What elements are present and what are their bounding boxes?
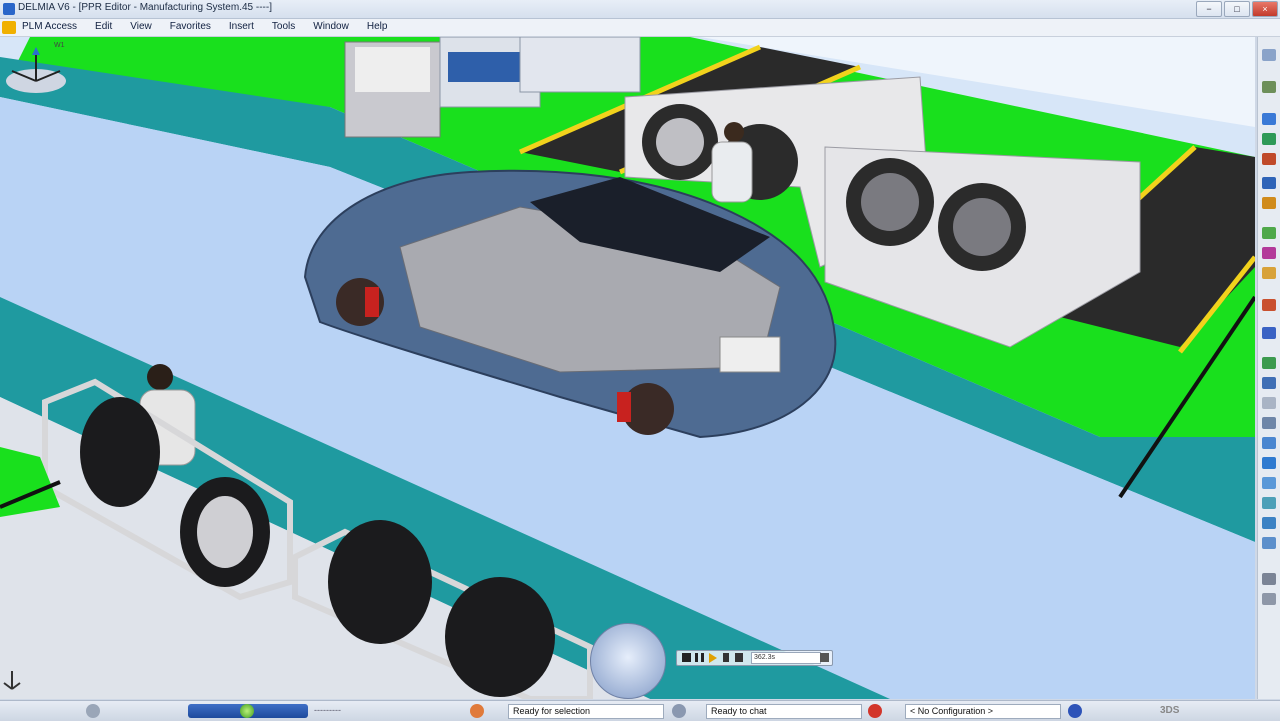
menu-tools[interactable]: Tools bbox=[272, 21, 305, 32]
axis-indicator-icon bbox=[3, 671, 21, 690]
toolbar-tool-icon[interactable] bbox=[1262, 437, 1276, 449]
toolbar-tool-icon[interactable] bbox=[1262, 327, 1276, 339]
menu-plm-access[interactable]: PLM Access bbox=[22, 21, 87, 32]
toolbar-tool-icon[interactable] bbox=[1262, 417, 1276, 429]
status-selection-field: Ready for selection bbox=[508, 704, 664, 719]
simulation-player: 362.3s bbox=[676, 650, 833, 666]
play-icon[interactable] bbox=[709, 653, 717, 663]
toolbar-tool-icon[interactable] bbox=[1262, 517, 1276, 529]
toolbar-tool-icon[interactable] bbox=[1262, 177, 1276, 189]
toolbar-tool-icon[interactable] bbox=[1262, 133, 1276, 145]
toolbar-tool-icon[interactable] bbox=[1262, 497, 1276, 509]
status-bar: --------- Ready for selection Ready to c… bbox=[0, 700, 1280, 721]
minimize-button[interactable]: − bbox=[1196, 1, 1222, 17]
toolbar-tool-icon[interactable] bbox=[1262, 299, 1276, 311]
menu-edit[interactable]: Edit bbox=[95, 21, 122, 32]
player-time-field[interactable]: 362.3s bbox=[751, 652, 821, 664]
status-globe-icon[interactable] bbox=[240, 704, 254, 718]
close-button[interactable]: × bbox=[1252, 1, 1278, 17]
toolbar-tool-icon[interactable] bbox=[1262, 81, 1276, 93]
status-globe2-icon[interactable] bbox=[1068, 704, 1082, 718]
scene-drawing bbox=[0, 37, 1255, 699]
toolbar-tool-icon[interactable] bbox=[1262, 573, 1276, 585]
toolbar-tool-icon[interactable] bbox=[1262, 197, 1276, 209]
stop-icon[interactable] bbox=[682, 653, 691, 662]
toolbar-tool-icon[interactable] bbox=[1262, 357, 1276, 369]
right-toolbar bbox=[1257, 37, 1280, 699]
player-settings-icon[interactable] bbox=[820, 653, 829, 662]
toolbar-tool-icon[interactable] bbox=[1262, 49, 1276, 61]
configuration-select[interactable]: < No Configuration > bbox=[905, 704, 1061, 719]
menu-bar: PLM Access Edit View Favorites Insert To… bbox=[0, 19, 1280, 37]
compass-label: W1 bbox=[54, 42, 65, 49]
menu-view[interactable]: View bbox=[130, 21, 162, 32]
toolbar-tool-icon[interactable] bbox=[1262, 397, 1276, 409]
toolbar-tool-icon[interactable] bbox=[1262, 113, 1276, 125]
toolbar-tool-icon[interactable] bbox=[1262, 267, 1276, 279]
status-alert-icon[interactable] bbox=[868, 704, 882, 718]
step-back-icon[interactable] bbox=[723, 653, 729, 662]
window-title: DELMIA V6 - [PPR Editor - Manufacturing … bbox=[18, 2, 272, 13]
pause-icon[interactable] bbox=[695, 653, 704, 662]
menu-favorites[interactable]: Favorites bbox=[170, 21, 221, 32]
title-bar: DELMIA V6 - [PPR Editor - Manufacturing … bbox=[0, 0, 1280, 19]
menu-window[interactable]: Window bbox=[313, 21, 359, 32]
window-controls: − □ × bbox=[1196, 1, 1278, 17]
toolbar-tool-icon[interactable] bbox=[1262, 377, 1276, 389]
status-settings-icon[interactable] bbox=[86, 704, 100, 718]
robot-manipulator-icon[interactable] bbox=[590, 623, 666, 699]
app-logo-icon bbox=[3, 3, 15, 15]
fast-forward-icon[interactable] bbox=[735, 653, 743, 662]
status-field-1: --------- bbox=[314, 705, 341, 715]
toolbar-tool-icon[interactable] bbox=[1262, 477, 1276, 489]
compass-icon[interactable]: W1 bbox=[0, 37, 70, 97]
brand-logo: 3DS bbox=[1160, 705, 1180, 716]
3d-viewport[interactable]: W1 362.3s bbox=[0, 37, 1255, 699]
menu-insert[interactable]: Insert bbox=[229, 21, 264, 32]
toolbar-tool-icon[interactable] bbox=[1262, 153, 1276, 165]
toolbar-tool-icon[interactable] bbox=[1262, 227, 1276, 239]
status-chat-icon[interactable] bbox=[672, 704, 686, 718]
toolbar-tool-icon[interactable] bbox=[1262, 537, 1276, 549]
toolbar-tool-icon[interactable] bbox=[1262, 247, 1276, 259]
maximize-button[interactable]: □ bbox=[1224, 1, 1250, 17]
toolbar-tool-icon[interactable] bbox=[1262, 457, 1276, 469]
status-user-icon[interactable] bbox=[470, 704, 484, 718]
compass-menu-icon[interactable] bbox=[2, 21, 16, 34]
menu-help[interactable]: Help bbox=[367, 21, 398, 32]
toolbar-tool-icon[interactable] bbox=[1262, 593, 1276, 605]
status-chat-field: Ready to chat bbox=[706, 704, 862, 719]
